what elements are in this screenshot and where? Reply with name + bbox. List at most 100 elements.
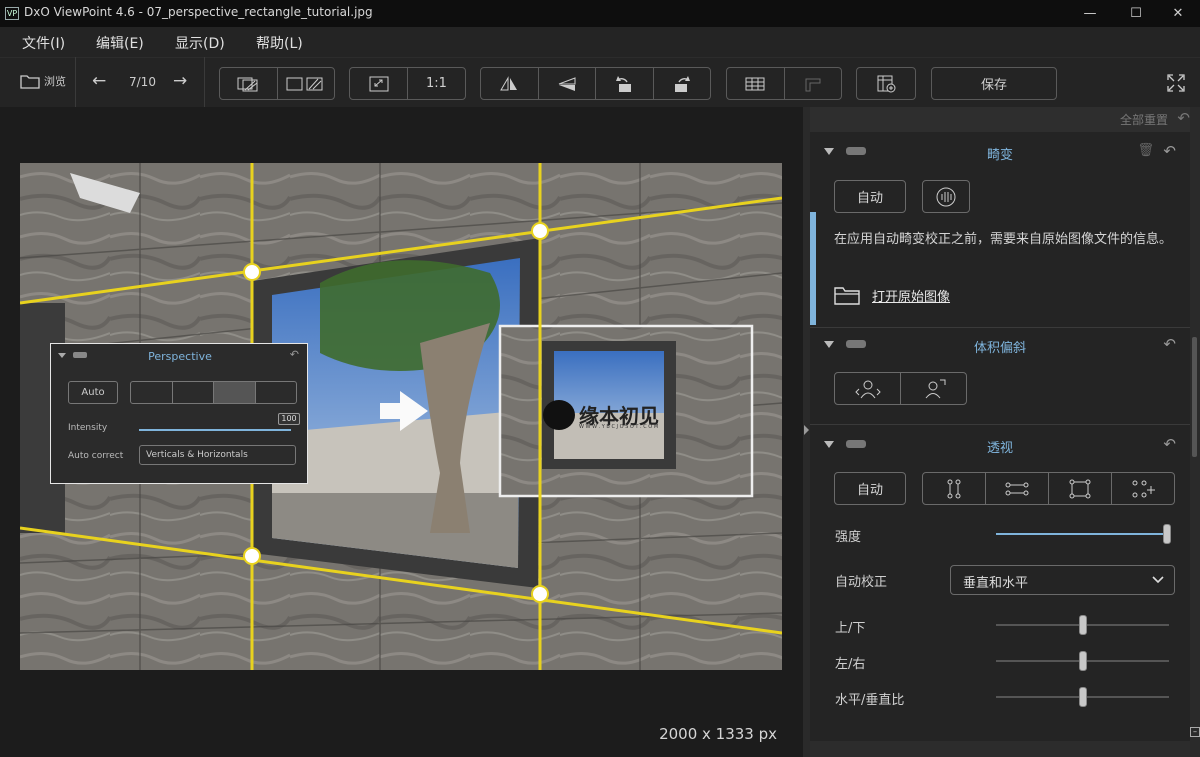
inset-vertical-mode [131,382,173,403]
section-divider [810,327,1190,328]
fit-screen-button[interactable] [350,68,408,99]
scrollbar-thumb[interactable] [1192,337,1197,457]
title-bar: VP DxO ViewPoint 4.6 - 07_perspective_re… [0,0,1200,27]
photo-preview[interactable]: Perspective ↶ Auto Intensity 100 Auto co… [20,163,782,670]
up-down-thumb[interactable] [1078,615,1087,635]
zoom-100-button[interactable]: 1:1 [408,68,465,99]
perspective-title: 透视 [986,441,1013,456]
rotate-right-button[interactable] [654,68,711,99]
flip-vertical-icon [558,76,576,91]
grid-icon [745,77,765,90]
menu-file[interactable]: 文件(I) [22,33,65,53]
add-preset-button[interactable] [857,68,915,99]
inset-mode-group [130,381,297,404]
inset-intensity-track [139,429,291,431]
inset-auto-correct-select: Verticals & Horizontals [139,445,296,465]
watermark-url: W W W . Y B C J O S O T . C O M [579,424,659,430]
left-right-thumb[interactable] [1078,651,1087,671]
distortion-undo-icon[interactable]: ↶ [1163,142,1176,160]
flip-horizontal-button[interactable] [481,68,539,99]
inset-eight-point-mode [256,382,297,403]
add-preset-group [856,67,916,100]
browse-label: 浏览 [44,75,66,88]
compare-group [219,67,335,100]
volume-horizontal-button[interactable] [835,373,901,404]
distortion-info-text: 在应用自动畸变校正之前，需要来自原始图像文件的信息。 [834,232,1173,247]
menu-help[interactable]: 帮助(L) [256,33,303,53]
correction-panel: 全部重置 ↶ 畸变 🗑 ↶ 自动 在应用自动畸变校正之前，需要来自原始图像文件的… [810,107,1200,757]
distortion-auto-button[interactable]: 自动 [834,180,906,213]
compare-before-after-button[interactable] [220,68,278,99]
auto-correct-label: 自动校正 [835,575,888,590]
fullscreen-icon [1167,74,1185,92]
next-image-arrow-icon[interactable]: → [173,71,187,91]
ratio-label: 水平/垂直比 [835,693,905,708]
maximize-button[interactable]: ☐ [1114,0,1158,27]
up-down-label: 上/下 [835,621,866,636]
grid-button[interactable] [727,68,785,99]
vertical-lines-mode-button[interactable] [923,473,986,504]
left-right-label: 左/右 [835,657,866,672]
inset-undo-icon: ↶ [289,348,299,361]
menu-view[interactable]: 显示(D) [175,33,225,53]
page-counter: 7/10 [129,75,156,89]
perspective-inset: Perspective ↶ Auto Intensity 100 Auto co… [50,343,308,484]
distortion-header[interactable]: 畸变 🗑 ↶ [810,138,1190,166]
panel-scrollbar[interactable]: – [1190,107,1200,757]
distortion-lens-button[interactable] [922,180,970,213]
perspective-auto-button[interactable]: 自动 [834,472,906,505]
eight-point-mode-button[interactable] [1112,473,1174,504]
rectangle-mode-button[interactable] [1049,473,1112,504]
inset-title: Perspective [148,350,212,363]
intensity-thumb[interactable] [1163,524,1171,544]
person-horizontal-icon [854,380,881,398]
intensity-slider[interactable] [996,523,1171,545]
ratio-thumb[interactable] [1078,687,1087,707]
volume-header[interactable]: 体积偏斜 ↶ [810,331,1190,359]
inset-auto-correct-label: Auto correct [68,451,124,461]
inset-intensity-value: 100 [278,413,300,425]
vertical-lines-icon [947,479,961,498]
fullscreen-button[interactable] [1166,73,1186,97]
collapse-arrow-icon [804,425,809,435]
person-radial-icon [925,379,945,398]
volume-radial-button[interactable] [901,373,966,404]
image-canvas[interactable]: Perspective ↶ Auto Intensity 100 Auto co… [0,107,803,757]
open-original-link[interactable]: 打开原始图像 [834,285,950,305]
perspective-header[interactable]: 透视 ↶ [810,431,1190,459]
panel-collapse-handle[interactable] [803,107,810,757]
left-right-slider[interactable] [996,650,1169,672]
minimize-button[interactable]: — [1068,0,1112,27]
volume-undo-icon[interactable]: ↶ [1163,335,1176,353]
perspective-undo-icon[interactable]: ↶ [1163,435,1176,453]
fit-screen-icon [369,76,388,91]
menu-edit[interactable]: 编辑(E) [96,33,144,53]
inset-rectangle-mode [214,382,256,403]
ratio-slider[interactable] [996,686,1169,708]
close-button[interactable]: ✕ [1156,0,1200,27]
prev-image-arrow-icon[interactable]: ← [92,71,106,91]
watermark: 缘本初见 W W W . Y B C J O S O T . C O M [543,400,678,434]
flip-vertical-button[interactable] [539,68,596,99]
ruler-button[interactable] [785,68,842,99]
reset-all-button[interactable]: 全部重置 [1120,111,1168,128]
intensity-label: 强度 [835,530,862,545]
auto-correct-select[interactable]: 垂直和水平 [950,565,1175,595]
trash-icon[interactable]: 🗑 [1137,143,1154,158]
up-down-slider[interactable] [996,614,1169,636]
section-divider [810,424,1190,425]
split-view-button[interactable] [278,68,335,99]
save-button[interactable]: 保存 [932,68,1056,99]
lens-icon [936,187,956,206]
rotate-left-button[interactable] [596,68,654,99]
browse-button[interactable]: 浏览 [20,73,66,89]
flip-horizontal-icon [500,75,518,90]
toolbar-separator [75,57,76,107]
app-logo: VP [5,7,19,20]
split-view-icon [286,77,323,90]
reset-all-icon[interactable]: ↶ [1177,109,1190,127]
horizontal-lines-mode-button[interactable] [986,473,1049,504]
scroll-collapse-button[interactable]: – [1190,727,1200,737]
intensity-fill [996,533,1163,535]
toolbar: 浏览 ← 7/10 → 1:1 保存 [0,57,1200,107]
